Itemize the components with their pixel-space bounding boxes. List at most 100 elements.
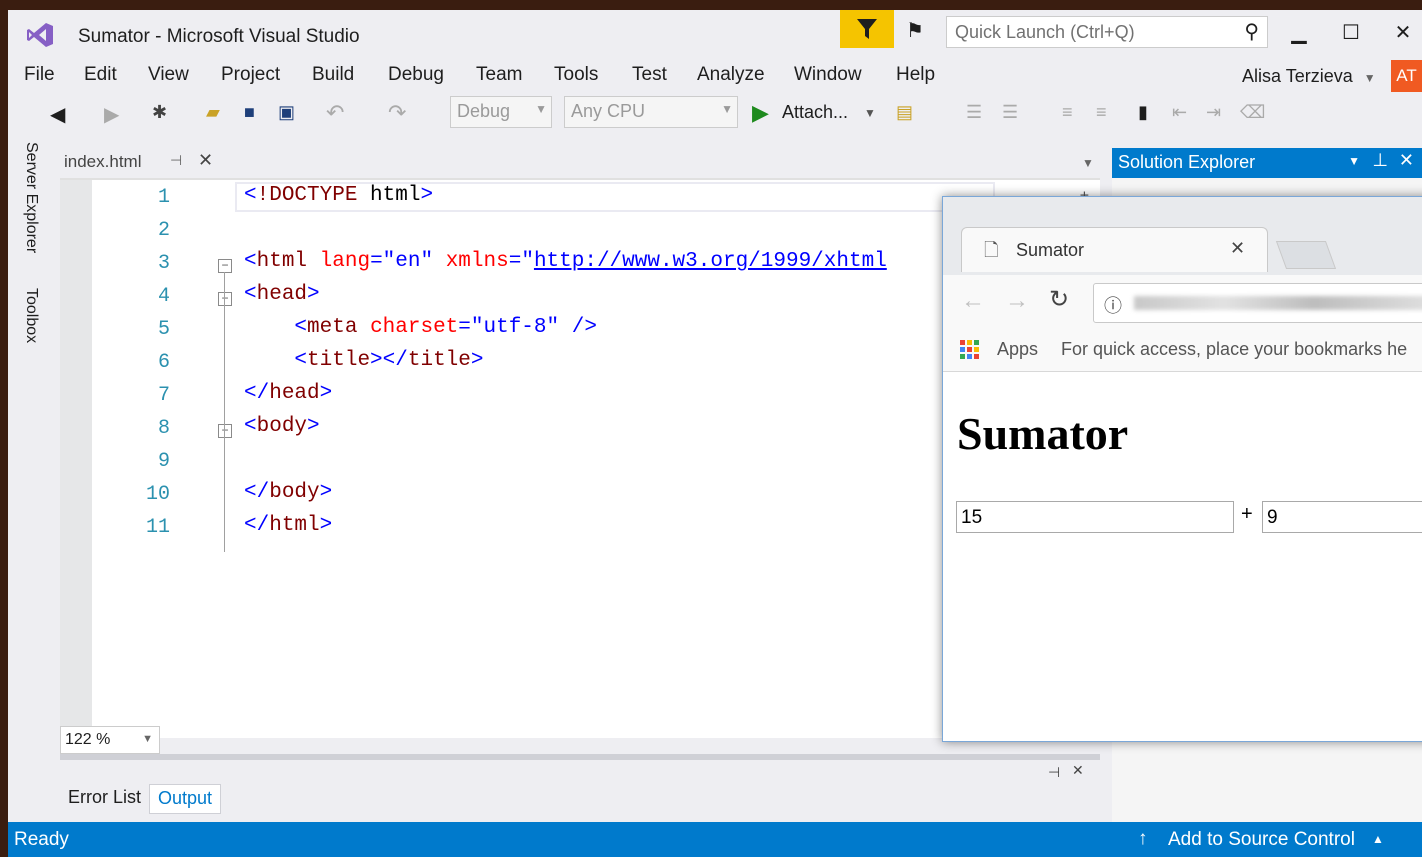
close-icon[interactable]: ✕ xyxy=(1399,150,1414,171)
first-number-input[interactable]: 15 xyxy=(956,501,1234,533)
clear-bookmarks-icon[interactable]: ⌫ xyxy=(1240,102,1265,123)
back-arrow-icon[interactable]: ← xyxy=(961,287,985,315)
uncomment-icon[interactable]: ≡ xyxy=(1096,102,1107,123)
second-number-input[interactable]: 9 xyxy=(1262,501,1422,533)
feedback-filter-icon[interactable] xyxy=(840,10,894,48)
chevron-down-icon: ▼ xyxy=(142,733,153,745)
address-bar[interactable]: ⓘ xyxy=(1093,283,1422,323)
collapse-icon[interactable]: − xyxy=(218,424,232,438)
code-line: <title></title> xyxy=(294,349,484,372)
tab-output[interactable]: Output xyxy=(149,784,222,814)
notification-flag-icon[interactable]: ⚑ xyxy=(906,18,924,43)
line-number: 4 xyxy=(157,285,170,308)
line-number: 2 xyxy=(157,219,170,242)
avatar[interactable]: AT xyxy=(1391,60,1422,92)
left-tool-strip: Server Explorer Toolbox xyxy=(8,142,52,822)
code-line: <head> xyxy=(244,283,320,306)
document-tab[interactable]: index.html ⊣ ✕ xyxy=(60,146,220,178)
close-icon[interactable]: ✕ xyxy=(198,150,213,171)
browser-link-icon[interactable]: ▤ xyxy=(896,102,913,123)
bookmark-icon[interactable]: ▮ xyxy=(1138,102,1148,123)
code-line: </head> xyxy=(244,382,333,405)
code-line: <meta charset="utf-8" /> xyxy=(294,316,597,339)
apps-link[interactable]: Apps xyxy=(997,339,1038,360)
line-number: 7 xyxy=(157,384,170,407)
open-folder-icon[interactable]: ▰ xyxy=(206,102,220,123)
configuration-value: Debug xyxy=(457,101,511,121)
comment-icon[interactable]: ≡ xyxy=(1062,102,1073,123)
new-tab-button[interactable] xyxy=(1275,241,1337,269)
chevron-down-icon[interactable]: ▼ xyxy=(864,106,876,120)
indent-icon[interactable]: ☰ xyxy=(966,102,982,123)
apps-grid-icon[interactable] xyxy=(959,339,981,361)
undo-icon[interactable]: ↶ xyxy=(326,100,344,126)
chevron-down-icon[interactable]: ▼ xyxy=(1082,156,1094,170)
save-all-icon[interactable]: ▣ xyxy=(278,102,295,123)
minimize-button[interactable]: ▁ xyxy=(1282,20,1316,48)
menu-file[interactable]: File xyxy=(24,64,55,86)
account-name: Alisa Terzieva xyxy=(1242,66,1353,86)
navigate-forward-icon[interactable]: ▶ xyxy=(104,102,119,127)
menu-window[interactable]: Window xyxy=(794,64,862,86)
blurred-url xyxy=(1134,296,1422,310)
menu-bar: File Edit View Project Build Debug Team … xyxy=(8,58,1422,94)
pin-icon[interactable]: ⊥ xyxy=(1372,150,1388,171)
account-menu[interactable]: Alisa Terzieva ▼ xyxy=(1242,66,1376,87)
line-number: 8 xyxy=(157,417,170,440)
add-to-source-control-button[interactable]: Add to Source Control xyxy=(1168,829,1355,851)
chevron-down-icon[interactable]: ▼ xyxy=(1348,154,1360,168)
menu-tools[interactable]: Tools xyxy=(554,64,598,86)
info-icon: ⓘ xyxy=(1104,296,1122,316)
toolbox-tab[interactable]: Toolbox xyxy=(22,288,40,343)
solution-platform-select[interactable]: Any CPU ▼ xyxy=(564,96,738,128)
next-bookmark-icon[interactable]: ⇥ xyxy=(1206,102,1221,123)
menu-analyze[interactable]: Analyze xyxy=(697,64,765,86)
prev-bookmark-icon[interactable]: ⇤ xyxy=(1172,102,1187,123)
code-line: </body> xyxy=(244,481,333,504)
browser-tab[interactable]: 🗋 Sumator ✕ xyxy=(961,227,1268,272)
collapse-icon[interactable]: − xyxy=(218,292,232,306)
search-icon: ⚲ xyxy=(1244,21,1259,43)
new-project-icon[interactable]: ✱ xyxy=(152,102,167,123)
line-number: 1 xyxy=(157,186,170,209)
solution-explorer-title: Solution Explorer xyxy=(1118,152,1256,172)
pin-icon[interactable]: ⊣ xyxy=(170,152,182,169)
menu-help[interactable]: Help xyxy=(896,64,935,86)
navigate-back-icon[interactable]: ◀ xyxy=(50,102,65,127)
save-icon[interactable]: ■ xyxy=(244,102,255,123)
browser-tab-strip: 🗋 Sumator ✕ xyxy=(943,197,1422,275)
solution-configuration-select[interactable]: Debug ▼ xyxy=(450,96,552,128)
menu-team[interactable]: Team xyxy=(476,64,522,86)
chevron-down-icon: ▼ xyxy=(721,102,733,116)
code-line: </html> xyxy=(244,514,333,537)
menu-build[interactable]: Build xyxy=(312,64,354,86)
attach-button[interactable]: Attach... xyxy=(782,102,848,123)
maximize-button[interactable]: ☐ xyxy=(1334,20,1368,48)
close-icon[interactable]: ✕ xyxy=(1230,238,1245,259)
close-icon[interactable]: ✕ xyxy=(1072,762,1084,779)
reload-icon[interactable]: ↻ xyxy=(1049,285,1069,314)
code-line: <html lang="en" xmlns="http://www.w3.org… xyxy=(244,250,887,273)
menu-debug[interactable]: Debug xyxy=(388,64,444,86)
play-icon[interactable]: ▶ xyxy=(752,100,769,126)
menu-test[interactable]: Test xyxy=(632,64,667,86)
forward-arrow-icon[interactable]: → xyxy=(1005,287,1029,315)
outdent-icon[interactable]: ☰ xyxy=(1002,102,1018,123)
zoom-select[interactable]: 122 % ▼ xyxy=(60,726,160,754)
server-explorer-tab[interactable]: Server Explorer xyxy=(22,142,40,253)
collapse-icon[interactable]: − xyxy=(218,259,232,273)
quick-launch-input[interactable]: Quick Launch (Ctrl+Q) ⚲ xyxy=(946,16,1268,48)
redo-icon[interactable]: ↷ xyxy=(388,100,406,126)
page-heading: Sumator xyxy=(957,408,1129,459)
menu-project[interactable]: Project xyxy=(221,64,280,86)
browser-tab-title: Sumator xyxy=(1016,240,1085,260)
line-number: 10 xyxy=(145,483,170,506)
tab-error-list[interactable]: Error List xyxy=(60,784,149,814)
menu-view[interactable]: View xyxy=(148,64,189,86)
close-button[interactable]: ✕ xyxy=(1386,20,1420,48)
status-text: Ready xyxy=(14,829,69,850)
menu-edit[interactable]: Edit xyxy=(84,64,117,86)
pin-icon[interactable]: ⊣ xyxy=(1048,764,1060,781)
plus-operator: + xyxy=(1241,503,1253,525)
zoom-value: 122 % xyxy=(65,731,111,748)
